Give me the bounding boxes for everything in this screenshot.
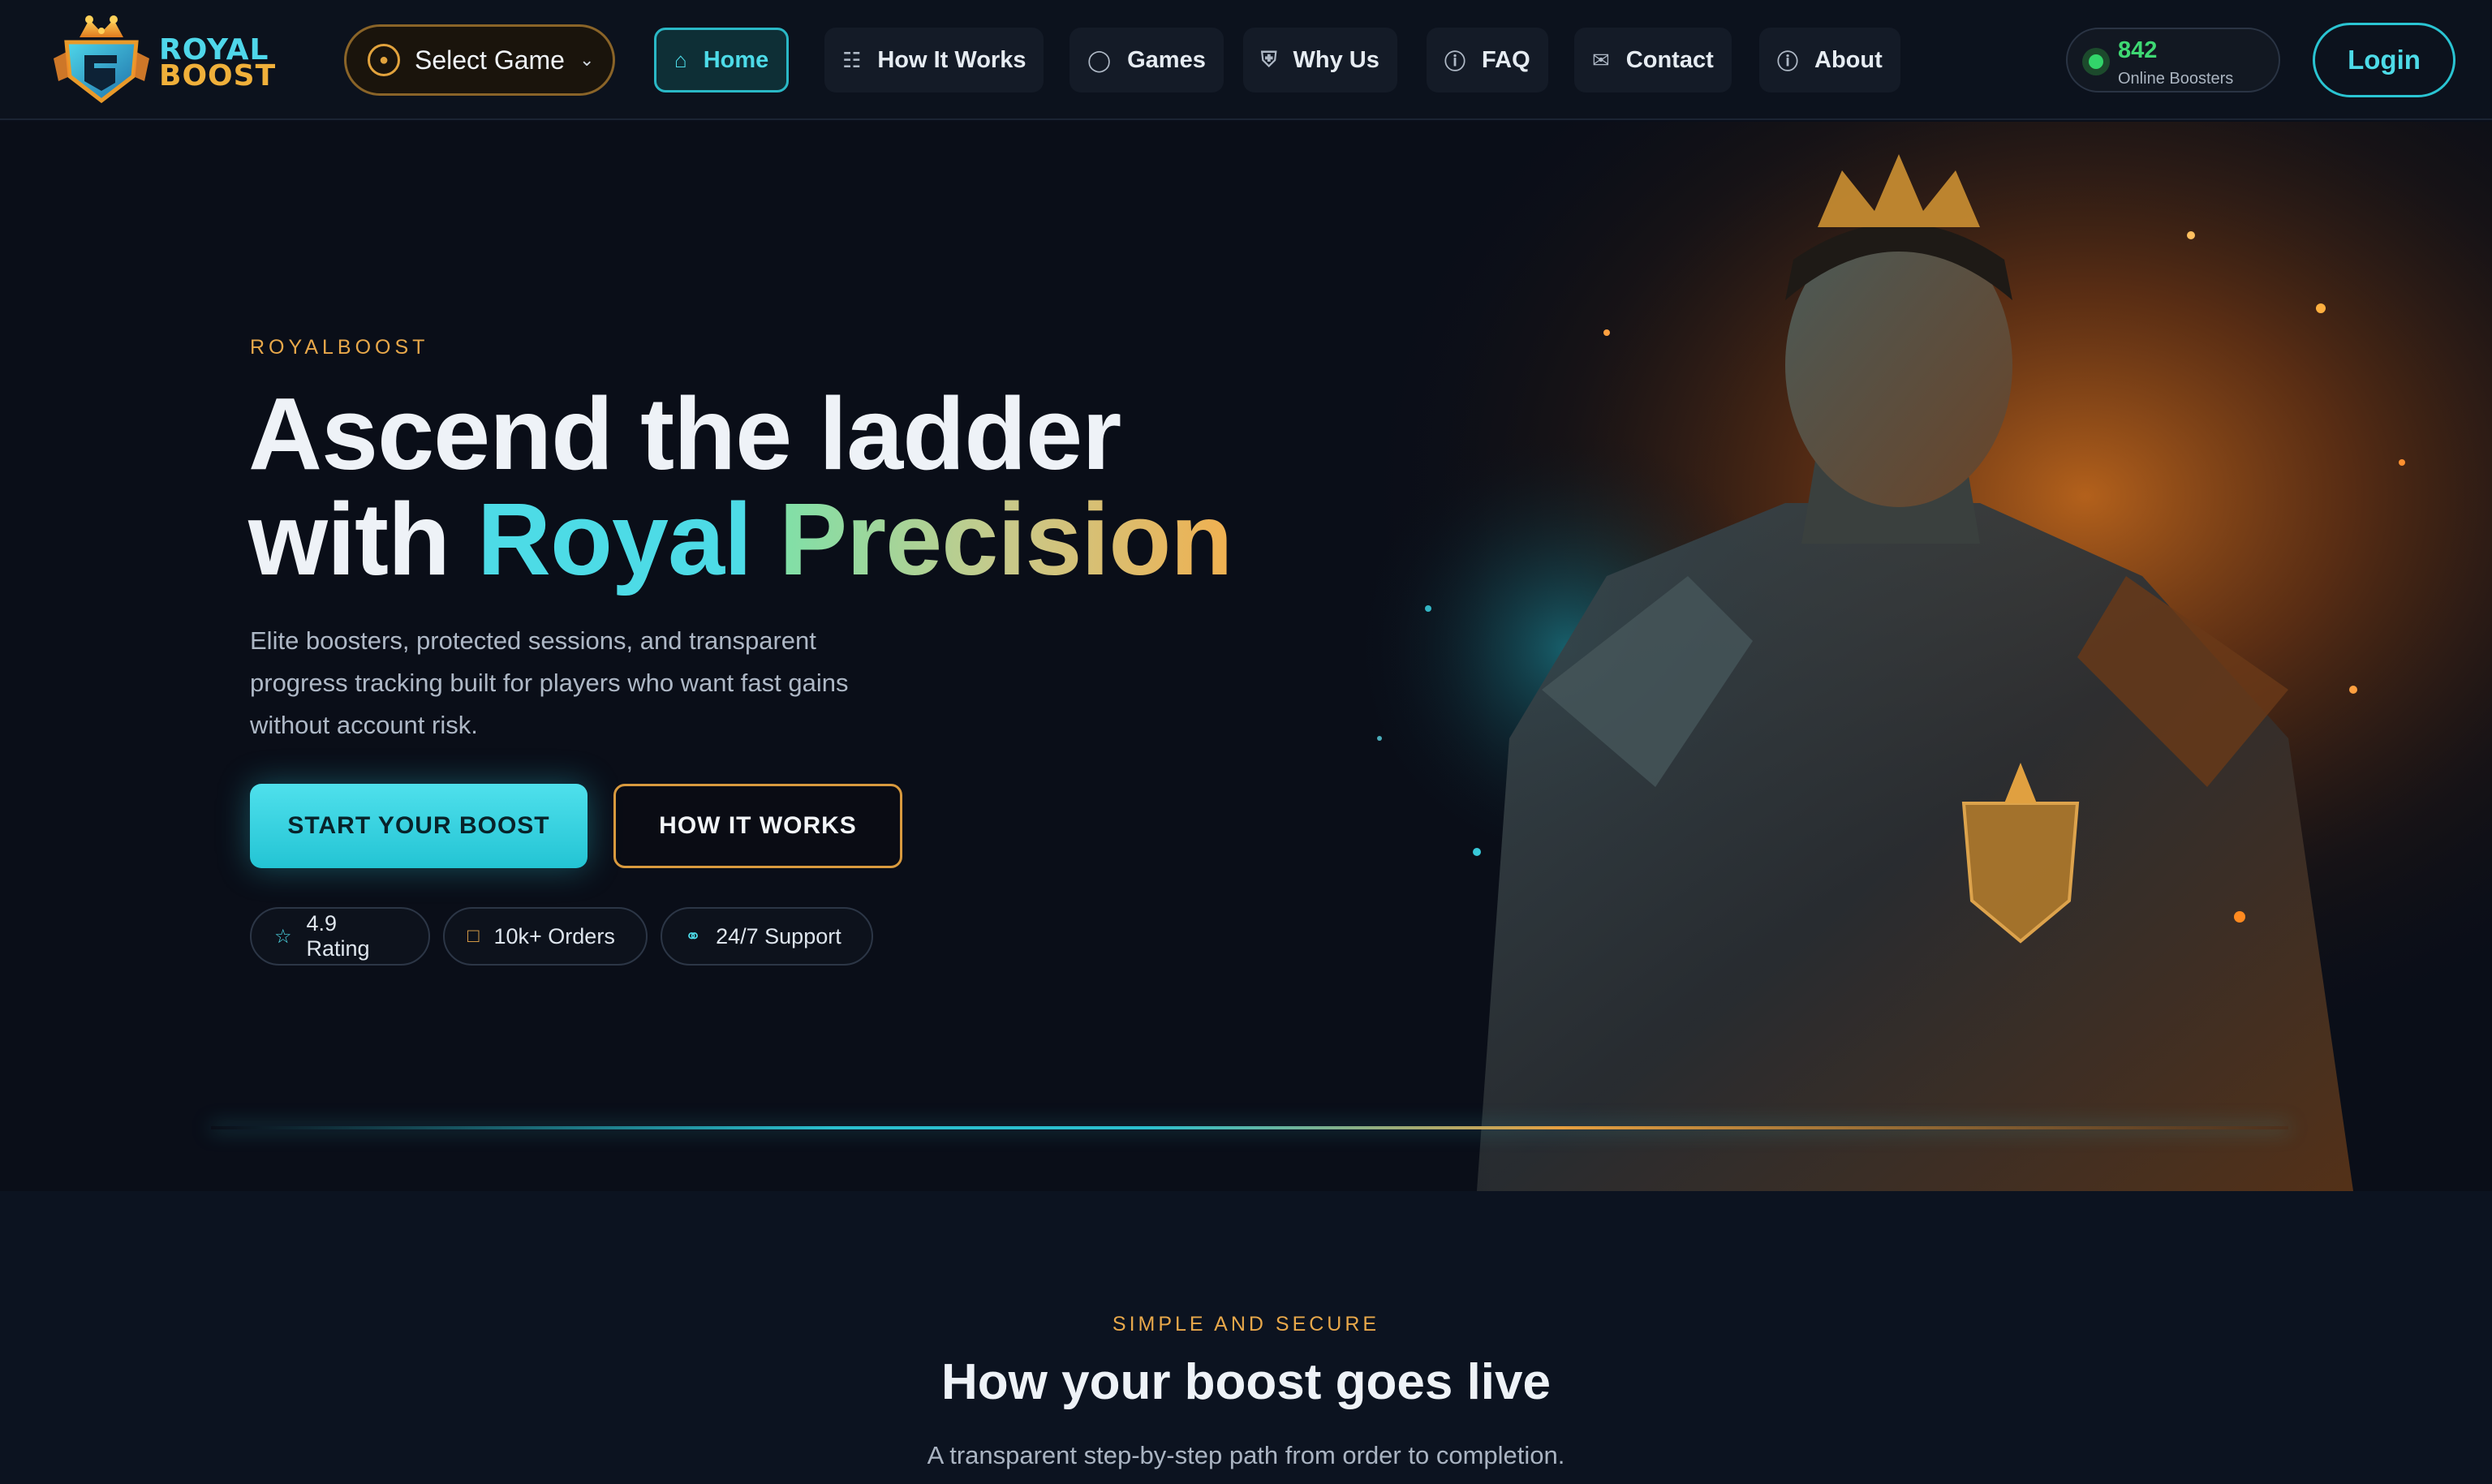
hero-eyebrow: ROYALBOOST (250, 336, 429, 359)
help-circle-icon: ⓘ (1444, 49, 1466, 74)
network-icon: ☷ (842, 47, 862, 72)
section-subtitle: A transparent step-by-step path from ord… (927, 1441, 1565, 1469)
online-boosters-count: 842 (2118, 37, 2158, 63)
hero-headline: Ascend the ladder with Royal Precision (248, 381, 1303, 592)
nav-contact[interactable]: ✉ Contact (1574, 28, 1732, 92)
crown-shield-logo-icon (54, 15, 149, 104)
support-chip: ⚭ 24/7 Support (661, 907, 873, 966)
select-game-dropdown[interactable]: ● Select Game ⌄ (344, 24, 615, 96)
start-boost-button[interactable]: START YOUR BOOST (250, 784, 587, 868)
gamepad-icon: ● (368, 44, 400, 76)
nav-games-label: Games (1127, 46, 1206, 73)
nav-how-it-works-label: How It Works (877, 46, 1026, 73)
nav-about[interactable]: ⓘ About (1759, 28, 1900, 92)
support-chip-label: 24/7 Support (716, 923, 841, 948)
hero-subtitle: Elite boosters, protected sessions, and … (250, 626, 849, 739)
nav-about-label: About (1814, 46, 1883, 73)
nav-how-it-works[interactable]: ☷ How It Works (824, 28, 1044, 92)
home-icon: ⌂ (674, 47, 687, 72)
nav-faq[interactable]: ⓘ FAQ (1427, 28, 1548, 92)
headset-icon: ⚭ (685, 925, 702, 948)
rating-chip-label: 4.9 Rating (306, 911, 370, 961)
orders-chip-label: 10k+ Orders (493, 923, 615, 948)
nav-why-us-label: Why Us (1293, 46, 1379, 73)
bag-icon: □ (467, 925, 480, 947)
nav-faq-label: FAQ (1482, 46, 1530, 73)
nav-why-us[interactable]: ⛨ Why Us (1243, 28, 1397, 92)
info-icon: ⓘ (1777, 49, 1799, 74)
section-title: How your boost goes live (941, 1354, 1551, 1410)
headline-with: with (248, 482, 450, 596)
rating-chip: ☆ 4.9 Rating (250, 907, 430, 966)
chevron-down-icon: ⌄ (579, 49, 595, 70)
section-eyebrow: SIMPLE AND SECURE (1112, 1313, 1380, 1336)
online-status-dot (2082, 48, 2110, 75)
how-it-works-button[interactable]: HOW IT WORKS (613, 784, 902, 868)
select-game-label: Select Game (415, 45, 565, 75)
nav-games[interactable]: ◯ Games (1070, 28, 1224, 92)
orders-chip: □ 10k+ Orders (443, 907, 648, 966)
star-icon: ☆ (274, 925, 292, 948)
hero-glow-divider (211, 1126, 2288, 1129)
headline-royal: Royal (476, 482, 752, 596)
nav-home-label: Home (703, 46, 769, 73)
online-boosters-badge: 842 Online Boosters (2066, 28, 2280, 92)
headline-line1: Ascend the ladder (248, 376, 1121, 491)
gamepad-icon: ◯ (1087, 47, 1112, 72)
hero-section: ROYALBOOST Ascend the ladder with Royal … (0, 122, 2492, 1191)
online-boosters-label: Online Boosters (2118, 70, 2234, 88)
shield-icon: ⛨ (1261, 47, 1277, 71)
how-it-works-section: SIMPLE AND SECURE How your boost goes li… (0, 1191, 2492, 1484)
nav-home[interactable]: ⌂ Home (654, 28, 790, 92)
headline-precision: Precision (779, 482, 1233, 596)
nav-contact-label: Contact (1625, 46, 1714, 73)
logo-text-boost: BOOST (159, 59, 277, 93)
mail-icon: ✉ (1592, 47, 1610, 72)
royalboost-logo[interactable]: ROYAL BOOST (49, 13, 284, 107)
login-button[interactable]: Login (2313, 23, 2455, 97)
top-nav: ROYAL BOOST ● Select Game ⌄ ⌂ Home ☷ How… (0, 0, 2492, 120)
